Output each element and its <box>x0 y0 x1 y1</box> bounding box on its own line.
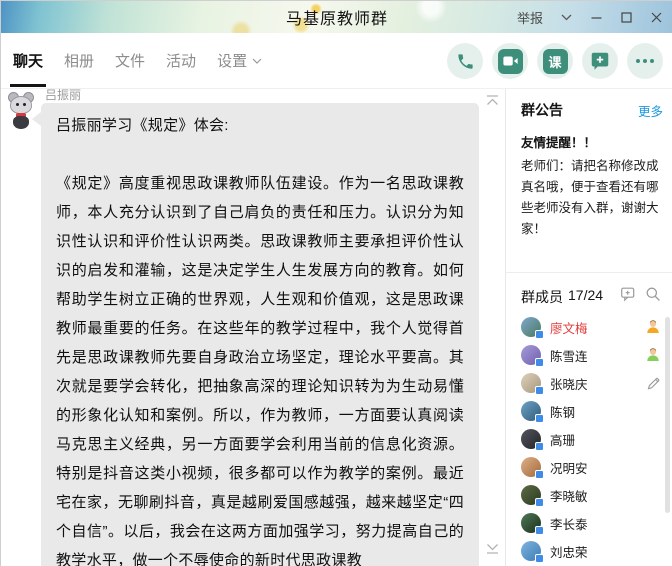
member-row[interactable]: 廖文梅 <box>506 313 672 341</box>
owner-icon <box>645 319 661 335</box>
device-badge <box>535 358 544 367</box>
sender-name: 吕振丽 <box>45 89 81 103</box>
group-sidebar: 群公告 更多 友情提醒！！ 老师们：请把名称修改成真名哦，便于查看还有哪些老师没… <box>505 89 672 566</box>
member-row[interactable]: 况明安 <box>506 453 672 481</box>
title-bar: 马基原教师群 举报 <box>1 1 672 33</box>
device-badge <box>535 526 544 535</box>
member-avatar <box>521 541 541 561</box>
member-row[interactable]: 高珊 <box>506 425 672 453</box>
announcement-title: 群公告 <box>521 100 563 120</box>
member-row[interactable]: 张晓庆 <box>506 369 672 397</box>
device-badge <box>535 442 544 451</box>
member-name: 高珊 <box>550 430 575 449</box>
member-role <box>645 459 661 475</box>
member-avatar <box>521 317 541 337</box>
member-role <box>645 543 661 559</box>
member-role <box>645 487 661 503</box>
class-icon[interactable]: 课 <box>537 43 573 79</box>
member-avatar <box>521 513 541 533</box>
member-row[interactable]: 李长泰 <box>506 509 672 537</box>
device-badge <box>535 386 544 395</box>
message-bubble: 吕振丽学习《规定》体会: 《规定》高度重视思政课教师队伍建设。作为一名思政课教师… <box>41 103 479 566</box>
close-icon[interactable] <box>649 10 663 24</box>
more-icon[interactable] <box>627 43 663 79</box>
member-name: 刘忠荣 <box>550 542 588 561</box>
device-badge <box>535 498 544 507</box>
members-header: 群成员 17/24 <box>506 273 672 313</box>
members-count: 17/24 <box>568 287 603 307</box>
tab-files[interactable]: 文件 <box>112 33 148 88</box>
member-name: 廖文梅 <box>550 318 588 337</box>
members-title: 群成员 <box>521 287 563 307</box>
mouse-head <box>10 96 32 114</box>
chevron-down-icon[interactable] <box>559 10 573 24</box>
member-avatar <box>521 345 541 365</box>
device-badge <box>535 330 544 339</box>
member-name: 陈钢 <box>550 402 575 421</box>
more-link[interactable]: 更多 <box>638 101 663 120</box>
chat-toolbar: 课 <box>447 33 663 89</box>
member-list: 廖文梅 陈雪连 张晓庆 陈钢 高珊 况明安 李晓敏 <box>506 313 672 565</box>
search-member-icon[interactable] <box>645 286 661 307</box>
member-avatar <box>521 429 541 449</box>
member-name: 张晓庆 <box>550 374 588 393</box>
admin-icon <box>645 347 661 363</box>
member-avatar <box>521 485 541 505</box>
member-row[interactable]: 陈钢 <box>506 397 672 425</box>
tab-chat[interactable]: 聊天 <box>10 33 46 88</box>
tab-settings[interactable]: 设置 <box>214 33 265 88</box>
device-badge <box>535 554 544 563</box>
member-avatar <box>521 373 541 393</box>
member-role <box>645 403 661 419</box>
tab-activities[interactable]: 活动 <box>163 33 199 88</box>
maximize-icon[interactable] <box>619 10 633 24</box>
new-chat-icon[interactable] <box>582 43 618 79</box>
notice-body: 老师们：请把名称修改成真名哦，便于查看还有哪些老师没有入群，谢谢大家！ <box>521 156 663 240</box>
edit-name-icon[interactable] <box>645 375 661 391</box>
scroll-to-top-icon[interactable] <box>485 94 500 107</box>
message-text: 吕振丽学习《规定》体会: 《规定》高度重视思政课教师队伍建设。作为一名思政课教师… <box>41 103 479 566</box>
video-call-icon[interactable] <box>492 43 528 79</box>
member-row[interactable]: 陈雪连 <box>506 341 672 369</box>
member-name: 况明安 <box>550 458 588 477</box>
member-row[interactable]: 刘忠荣 <box>506 537 672 565</box>
member-name: 陈雪连 <box>550 346 588 365</box>
member-name: 李晓敏 <box>550 486 588 505</box>
member-row[interactable]: 李晓敏 <box>506 481 672 509</box>
member-name: 李长泰 <box>550 514 588 533</box>
chevron-down-icon <box>252 58 262 64</box>
member-avatar <box>521 401 541 421</box>
device-badge <box>535 414 544 423</box>
tab-album[interactable]: 相册 <box>61 33 97 88</box>
announcement-section: 群公告 更多 友情提醒！！ 老师们：请把名称修改成真名哦，便于查看还有哪些老师没… <box>506 89 672 273</box>
sidebar-scrollbar[interactable] <box>665 317 670 513</box>
member-role <box>645 431 661 447</box>
invite-member-icon[interactable] <box>620 286 636 307</box>
notice-title: 友情提醒！！ <box>521 132 663 151</box>
report-button[interactable]: 举报 <box>517 8 543 27</box>
voice-call-icon[interactable] <box>447 43 483 79</box>
chat-message-area: 吕振丽 吕振丽学习《规定》体会: 《规定》高度重视思政课教师队伍建设。作为一名思… <box>1 89 505 566</box>
member-role <box>645 515 661 531</box>
device-badge <box>535 470 544 479</box>
minimize-icon[interactable] <box>589 10 603 24</box>
member-avatar <box>521 457 541 477</box>
scroll-to-bottom-icon[interactable] <box>485 542 500 555</box>
